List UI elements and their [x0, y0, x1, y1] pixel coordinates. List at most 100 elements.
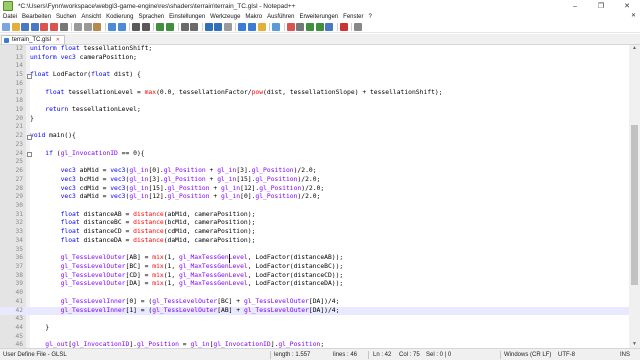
code-line[interactable]: 32 float distanceBC = distance(bcMid, ca… [0, 219, 629, 228]
code-text[interactable]: return tessellationLevel; [30, 106, 141, 115]
fold-toggle-icon[interactable] [26, 152, 32, 158]
find-icon[interactable] [132, 23, 141, 31]
save-icon[interactable] [21, 23, 30, 31]
code-text[interactable]: gl_TessLevelOuter[CD] = mix(1, gl_MaxTes… [30, 272, 344, 281]
word-wrap-icon[interactable] [204, 23, 213, 31]
code-text[interactable]: vec3 cdMid = vec3(gl_in[15].gl_Position … [30, 185, 325, 194]
menu-ausfuehren[interactable]: Ausführen [267, 14, 294, 20]
menu-datei[interactable]: Datei [3, 14, 17, 20]
code-line[interactable]: 34 float distanceDA = distance(daMid, ca… [0, 237, 629, 246]
code-line[interactable]: 16 [0, 80, 629, 89]
code-line[interactable]: 43 [0, 315, 629, 324]
code-text[interactable]: void main(){ [30, 132, 76, 141]
code-line[interactable]: 13 uniform vec3 cameraPosition; [0, 54, 629, 63]
tab-close-icon[interactable]: ✕ [56, 37, 60, 43]
code-line[interactable]: 27 vec3 bcMid = vec3(gl_in[3].gl_Positio… [0, 176, 629, 185]
replace-icon[interactable] [141, 23, 150, 31]
redo-icon[interactable] [117, 23, 126, 31]
menu-sprachen[interactable]: Sprachen [138, 14, 164, 20]
code-line[interactable]: 19 return tessellationLevel; [0, 106, 629, 115]
code-text[interactable]: vec3 abMid = vec3(gl_in[0].gl_Position +… [30, 167, 317, 176]
code-line[interactable]: 39 gl_TessLevelOuter[DA] = mix(1, gl_Max… [0, 280, 629, 289]
menu-bearbeiten[interactable]: Bearbeiten [22, 14, 51, 20]
code-line[interactable]: 38 gl_TessLevelOuter[CD] = mix(1, gl_Max… [0, 272, 629, 281]
cut-icon[interactable] [74, 23, 83, 31]
play-macro-icon[interactable] [306, 23, 315, 31]
maximize-button[interactable]: ❐ [588, 0, 614, 12]
paste-icon[interactable] [93, 23, 102, 31]
code-line[interactable]: 41 gl_TessLevelInner[0] = (gl_TessLevelO… [0, 298, 629, 307]
close-document-icon[interactable]: ✕ [631, 12, 636, 19]
menu-fenster[interactable]: Fenster [343, 14, 363, 20]
code-line[interactable]: 17 float tessellationLevel = max(0.0, te… [0, 89, 629, 98]
code-editor[interactable]: 12 uniform float tessellationShift; 13 unif… [0, 45, 629, 348]
code-line[interactable]: 15 float LodFactor(float dist) { [0, 71, 629, 80]
code-text[interactable]: } [30, 324, 49, 333]
code-line[interactable]: 12 uniform float tessellationShift; [0, 45, 629, 54]
menu-ansicht[interactable]: Ansicht [81, 14, 101, 20]
undo-icon[interactable] [107, 23, 116, 31]
code-text[interactable]: float distanceCD = distance(cdMid, camer… [30, 228, 256, 237]
code-line[interactable]: 14 [0, 62, 629, 71]
function-list-icon[interactable] [248, 23, 257, 31]
close-all-icon[interactable] [49, 23, 58, 31]
fold-toggle-icon[interactable] [26, 134, 32, 140]
code-line[interactable]: 20} [0, 115, 629, 124]
spell-check-icon[interactable] [339, 23, 348, 31]
scroll-thumb[interactable] [631, 125, 638, 285]
code-line[interactable]: 31 float distanceAB = distance(abMid, ca… [0, 211, 629, 220]
close-button[interactable]: ✕ [614, 0, 640, 12]
tab-terrain-tc[interactable]: terrain_TC.glsl ✕ [1, 35, 65, 44]
menu-einstellungen[interactable]: Einstellungen [169, 14, 205, 20]
zoom-out-icon[interactable] [165, 23, 174, 31]
zoom-in-icon[interactable] [156, 23, 165, 31]
code-text[interactable]: float distanceDA = distance(daMid, camer… [30, 237, 256, 246]
code-text[interactable]: uniform float tessellationShift; [30, 45, 152, 54]
code-line[interactable]: 25 [0, 158, 629, 167]
code-text[interactable]: float distanceBC = distance(bcMid, camer… [30, 219, 256, 228]
stop-macro-icon[interactable] [296, 23, 305, 31]
code-line[interactable]: 28 vec3 cdMid = vec3(gl_in[15].gl_Positi… [0, 185, 629, 194]
scroll-up-icon[interactable]: ▲ [629, 45, 640, 52]
copy-icon[interactable] [83, 23, 92, 31]
show-all-chars-icon[interactable] [214, 23, 223, 31]
open-file-icon[interactable] [11, 23, 20, 31]
run-macro-multiple-icon[interactable] [315, 23, 324, 31]
code-line[interactable]: 40 [0, 289, 629, 298]
sync-vertical-icon[interactable] [180, 23, 189, 31]
code-line[interactable]: 45 [0, 333, 629, 342]
folder-workspace-icon[interactable] [257, 23, 266, 31]
code-line[interactable]: 30 [0, 202, 629, 211]
menu-help[interactable]: ? [369, 14, 372, 20]
code-text[interactable]: vec3 daMid = vec3(gl_in[12].gl_Position … [30, 193, 321, 202]
fold-toggle-icon[interactable] [26, 73, 32, 79]
close-icon[interactable] [40, 23, 49, 31]
monitoring-icon[interactable] [272, 23, 281, 31]
code-line[interactable]: 23 [0, 141, 629, 150]
code-line[interactable]: 33 float distanceCD = distance(cdMid, ca… [0, 228, 629, 237]
code-text[interactable]: } [30, 115, 34, 124]
scroll-down-icon[interactable]: ▼ [629, 341, 640, 348]
code-line[interactable]: 44 } [0, 324, 629, 333]
code-text[interactable]: float LodFactor(float dist) { [30, 71, 141, 80]
print-icon[interactable] [59, 23, 68, 31]
menu-werkzeuge[interactable]: Werkzeuge [210, 14, 240, 20]
menu-suchen[interactable]: Suchen [56, 14, 76, 20]
code-text[interactable]: float distanceAB = distance(abMid, camer… [30, 211, 256, 220]
extra-icon[interactable] [354, 23, 363, 31]
save-all-icon[interactable] [30, 23, 39, 31]
document-map-icon[interactable] [238, 23, 247, 31]
code-line[interactable]: 24 if (gl_InvocationID == 0){ [0, 150, 629, 159]
save-macro-icon[interactable] [325, 23, 334, 31]
code-text[interactable]: float tessellationLevel = max(0.0, tesse… [30, 89, 442, 98]
code-line[interactable]: 21 [0, 123, 629, 132]
code-text[interactable]: gl_TessLevelOuter[AB] = mix(1, gl_MaxTes… [30, 254, 344, 263]
code-text[interactable]: gl_TessLevelOuter[DA] = mix(1, gl_MaxTes… [30, 280, 344, 289]
vertical-scrollbar[interactable]: ▲ ▼ [629, 45, 640, 348]
code-text[interactable]: uniform vec3 cameraPosition; [30, 54, 137, 63]
code-text[interactable]: vec3 bcMid = vec3(gl_in[3].gl_Position +… [30, 176, 321, 185]
code-line[interactable]: 37 gl_TessLevelOuter[BC] = mix(1, gl_Max… [0, 263, 629, 272]
sync-horizontal-icon[interactable] [190, 23, 199, 31]
menu-erweiterungen[interactable]: Erweiterungen [299, 14, 338, 20]
code-text[interactable]: gl_TessLevelOuter[BC] = mix(1, gl_MaxTes… [30, 263, 344, 272]
